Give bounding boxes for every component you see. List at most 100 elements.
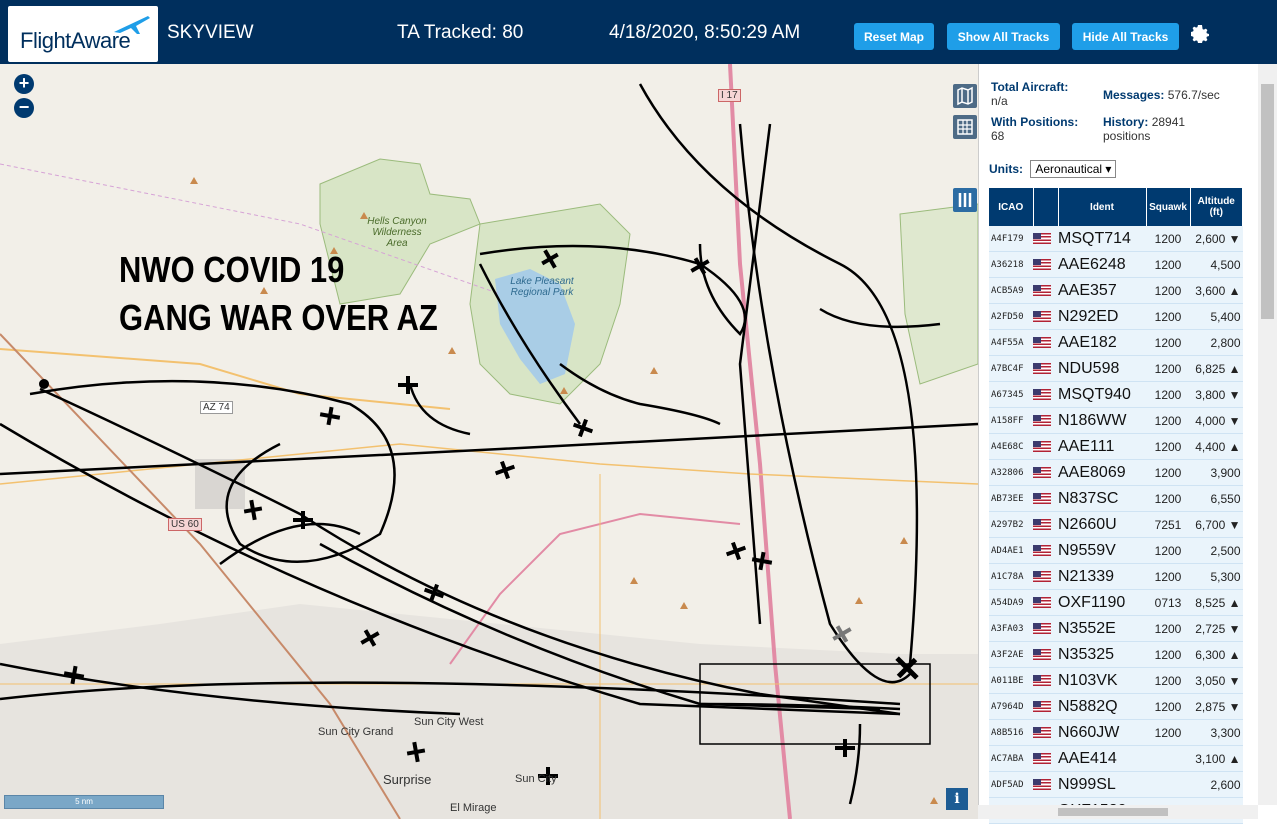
- table-row[interactable]: ACB5A9 AAE357 1200 3,600 ▲: [989, 277, 1243, 304]
- altitude-cell: 3,800 ▼: [1190, 381, 1243, 408]
- altitude-cell: 6,700 ▼: [1190, 511, 1243, 538]
- flag-cell: [1033, 407, 1058, 434]
- flag-cell: [1033, 277, 1058, 304]
- flightaware-logo[interactable]: FlightAware: [8, 6, 158, 62]
- us-flag-icon: [1033, 622, 1051, 634]
- table-row[interactable]: A2FD50 N292ED 1200 5,400: [989, 303, 1243, 330]
- flag-cell: [1033, 226, 1058, 252]
- squawk-cell: 1200: [1146, 537, 1190, 564]
- table-row[interactable]: A7BC4F NDU598 1200 6,825 ▲: [989, 355, 1243, 382]
- icao-cell: AC7ABA: [989, 745, 1033, 772]
- squawk-cell: 1200: [1146, 355, 1190, 382]
- altitude-cell: 2,875 ▼: [1190, 693, 1243, 720]
- us-flag-icon: [1033, 674, 1051, 686]
- vertical-scrollbar[interactable]: [1258, 64, 1277, 805]
- messages-label: Messages:: [1103, 88, 1165, 102]
- table-row[interactable]: A3F2AE N35325 1200 6,300 ▲: [989, 641, 1243, 668]
- altitude-cell: 5,300: [1190, 563, 1243, 590]
- table-header-row: ICAO Ident Squawk Altitude (ft): [989, 188, 1243, 226]
- icao-cell: A158FF: [989, 407, 1033, 434]
- table-row[interactable]: A4F55A AAE182 1200 2,800: [989, 329, 1243, 356]
- icao-cell: A8B516: [989, 719, 1033, 746]
- col-ident[interactable]: Ident: [1058, 188, 1147, 226]
- table-row[interactable]: A3FA03 N3552E 1200 2,725 ▼: [989, 615, 1243, 642]
- squawk-cell: 1200: [1146, 303, 1190, 330]
- table-row[interactable]: A36218 AAE6248 1200 4,500: [989, 251, 1243, 278]
- show-all-tracks-button[interactable]: Show All Tracks: [947, 23, 1060, 50]
- table-row[interactable]: A158FF N186WW 1200 4,000 ▼: [989, 407, 1243, 434]
- with-positions-label: With Positions:: [991, 115, 1079, 129]
- map-label-hells-canyon: Hells Canyon Wilderness Area: [367, 216, 427, 249]
- table-row[interactable]: A32806 AAE8069 1200 3,900: [989, 459, 1243, 486]
- col-icao[interactable]: ICAO: [989, 188, 1034, 226]
- overlay-caption: NWO COVID 19 GANG WAR OVER AZ: [119, 246, 438, 342]
- gear-icon[interactable]: [1188, 22, 1212, 46]
- info-button[interactable]: i: [946, 788, 968, 810]
- flag-cell: [1033, 485, 1058, 512]
- table-row[interactable]: A011BE N103VK 1200 3,050 ▼: [989, 667, 1243, 694]
- flag-cell: [1033, 667, 1058, 694]
- horizontal-scroll-thumb[interactable]: [1058, 808, 1168, 816]
- horizontal-scrollbar[interactable]: [978, 805, 1258, 819]
- icao-cell: A67345: [989, 381, 1033, 408]
- table-row[interactable]: A4F179 MSQT714 1200 2,600 ▼: [989, 226, 1243, 252]
- vertical-scroll-thumb[interactable]: [1261, 84, 1274, 319]
- messages-value: 576.7/sec: [1167, 88, 1220, 102]
- table-row[interactable]: AB73EE N837SC 1200 6,550: [989, 485, 1243, 512]
- map-view[interactable]: + − NWO COVID 19 GANG WAR OVER AZ Hells …: [0, 64, 978, 819]
- us-flag-icon: [1033, 440, 1051, 452]
- datetime: 4/18/2020, 8:50:29 AM: [609, 22, 801, 43]
- ident-cell: N837SC: [1058, 485, 1146, 512]
- icao-cell: A3FA03: [989, 615, 1033, 642]
- zoom-out-button[interactable]: −: [14, 98, 34, 118]
- hide-all-tracks-button[interactable]: Hide All Tracks: [1072, 23, 1179, 50]
- grid-icon: [957, 119, 973, 135]
- table-row[interactable]: A1C78A N21339 1200 5,300: [989, 563, 1243, 590]
- col-squawk[interactable]: Squawk: [1146, 188, 1191, 226]
- squawk-cell: [1146, 745, 1190, 772]
- table-row[interactable]: AD4AE1 N9559V 1200 2,500: [989, 537, 1243, 564]
- app-title: SKYVIEW: [167, 22, 254, 43]
- col-altitude[interactable]: Altitude (ft): [1190, 188, 1243, 226]
- squawk-cell: 1200: [1146, 226, 1190, 252]
- us-flag-icon: [1033, 258, 1051, 270]
- squawk-cell: 1200: [1146, 615, 1190, 642]
- table-row[interactable]: A7964D N5882Q 1200 2,875 ▼: [989, 693, 1243, 720]
- map-label-sun-city: Sun City: [515, 773, 557, 785]
- table-row[interactable]: ADF5AD N999SL 2,600: [989, 771, 1243, 798]
- units-select[interactable]: Aeronautical ▾: [1030, 160, 1117, 178]
- sidebar-toggle-button[interactable]: [953, 188, 977, 212]
- zoom-in-button[interactable]: +: [14, 74, 34, 94]
- flag-cell: [1033, 537, 1058, 564]
- icao-cell: A4F55A: [989, 329, 1033, 356]
- altitude-cell: 2,800: [1190, 329, 1243, 356]
- icao-cell: A3F2AE: [989, 641, 1033, 668]
- table-row[interactable]: A297B2 N2660U 7251 6,700 ▼: [989, 511, 1243, 538]
- grid-toggle-button[interactable]: [953, 115, 977, 139]
- table-row[interactable]: A8B516 N660JW 1200 3,300: [989, 719, 1243, 746]
- overlay-line-1: NWO COVID 19: [119, 249, 345, 290]
- flag-cell: [1033, 329, 1058, 356]
- us-flag-icon: [1033, 726, 1051, 738]
- table-row[interactable]: A67345 MSQT940 1200 3,800 ▼: [989, 381, 1243, 408]
- icao-cell: AB73EE: [989, 485, 1033, 512]
- squawk-cell: 1200: [1146, 459, 1190, 486]
- map-canvas[interactable]: [0, 64, 978, 819]
- ident-cell: N999SL: [1058, 771, 1146, 798]
- map-layers-button[interactable]: [953, 84, 977, 108]
- table-row[interactable]: A4E68C AAE111 1200 4,400 ▲: [989, 433, 1243, 460]
- altitude-cell: 2,600: [1190, 771, 1243, 798]
- table-row[interactable]: A54DA9 OXF1190 0713 8,525 ▲: [989, 589, 1243, 616]
- flag-cell: [1033, 433, 1058, 460]
- units-value: Aeronautical: [1035, 162, 1103, 176]
- reset-map-button[interactable]: Reset Map: [854, 23, 934, 50]
- sidebar: Total Aircraft: n/a Messages: 576.7/sec …: [978, 64, 1277, 824]
- table-row[interactable]: AC7ABA AAE414 3,100 ▲: [989, 745, 1243, 772]
- us-flag-icon: [1033, 518, 1051, 530]
- squawk-cell: 1200: [1146, 563, 1190, 590]
- squawk-cell: 1200: [1146, 407, 1190, 434]
- altitude-cell: 3,100 ▲: [1190, 745, 1243, 772]
- altitude-cell: 4,500: [1190, 251, 1243, 278]
- ident-cell: AAE357: [1058, 277, 1146, 304]
- icao-cell: A4F179: [989, 226, 1033, 252]
